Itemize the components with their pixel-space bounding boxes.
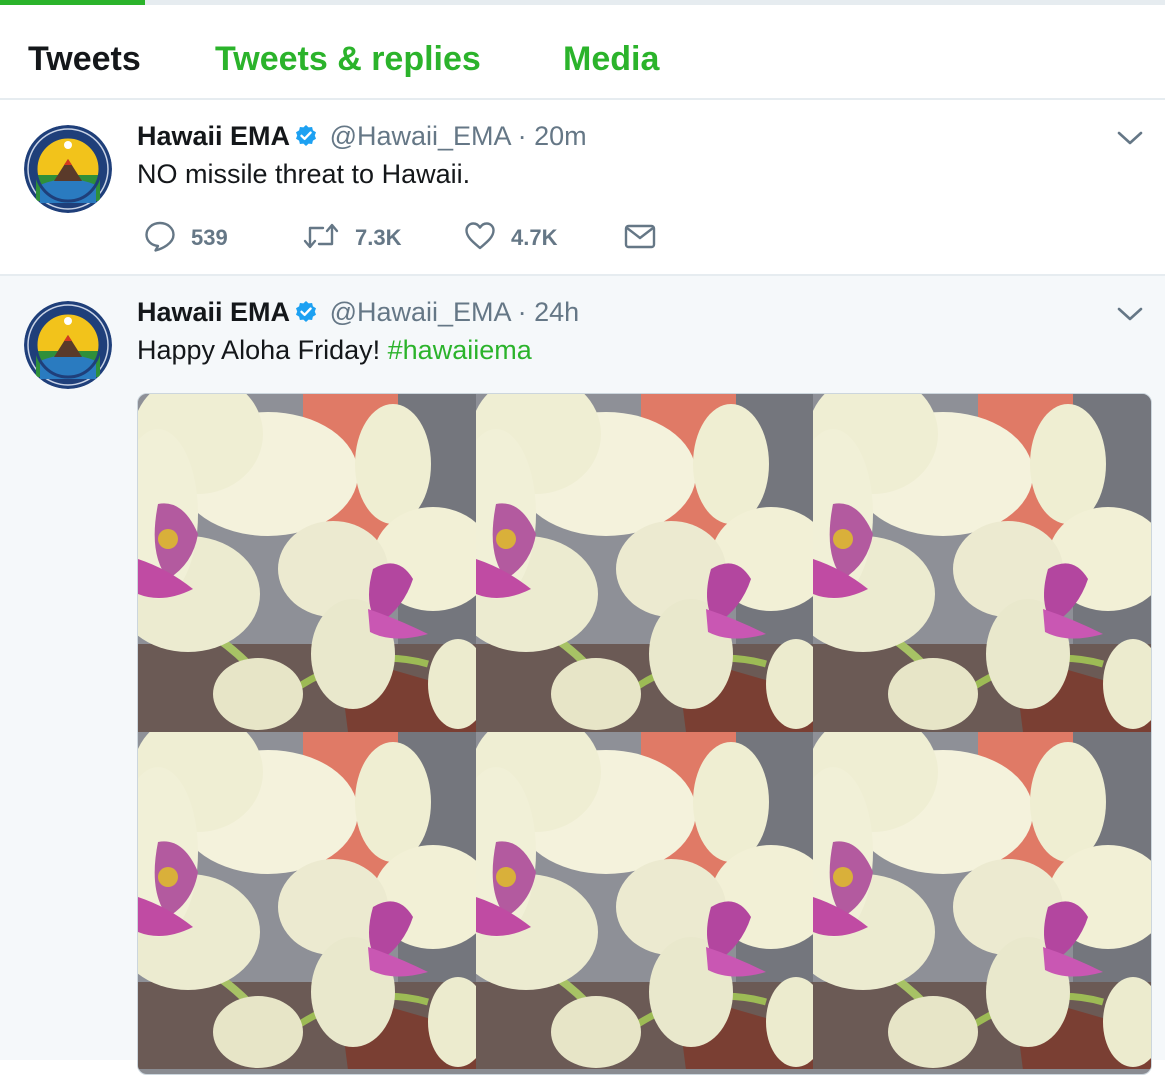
heart-icon xyxy=(463,219,497,258)
verified-badge-icon xyxy=(294,121,318,157)
chevron-down-icon[interactable] xyxy=(1115,304,1145,324)
separator-dot: · xyxy=(517,297,527,327)
reply-button[interactable]: 539 xyxy=(143,220,228,256)
orchid-photo-tile xyxy=(138,732,476,1069)
separator-dot: · xyxy=(517,121,527,151)
hashtag-link[interactable]: #hawaiiema xyxy=(388,335,532,365)
orchid-photo-tile xyxy=(813,394,1151,732)
author-handle[interactable]: @Hawaii_EMA xyxy=(330,121,510,151)
avatar[interactable] xyxy=(24,125,112,213)
tweet[interactable]: Hawaii EMA @Hawaii_EMA · 24h Happy Aloha… xyxy=(0,276,1165,1075)
like-button[interactable]: 4.7K xyxy=(463,220,557,256)
orchid-photo-tile xyxy=(138,394,476,732)
author-handle[interactable]: @Hawaii_EMA xyxy=(330,297,510,327)
retweet-count: 7.3K xyxy=(355,225,402,250)
orchid-photo-grid xyxy=(138,394,1151,1069)
tab-tweets-and-replies[interactable]: Tweets & replies xyxy=(215,39,481,79)
author-name[interactable]: Hawaii EMA xyxy=(137,297,290,327)
profile-tabs: Tweets Tweets & replies Media xyxy=(0,5,1165,100)
tweet[interactable]: Hawaii EMA @Hawaii_EMA · 20m NO missile … xyxy=(0,100,1165,276)
orchid-photo-tile xyxy=(813,732,1151,1069)
author-name[interactable]: Hawaii EMA xyxy=(137,121,290,151)
timestamp[interactable]: 24h xyxy=(534,297,579,327)
reply-count: 539 xyxy=(191,225,228,250)
retweet-icon xyxy=(301,219,341,258)
tab-media[interactable]: Media xyxy=(563,39,659,79)
tweet-text-body: Happy Aloha Friday! xyxy=(137,335,388,365)
tab-tweets[interactable]: Tweets xyxy=(28,39,141,79)
direct-message-button[interactable] xyxy=(623,220,657,256)
tweet-header: Hawaii EMA @Hawaii_EMA · 20m xyxy=(137,118,587,154)
envelope-icon xyxy=(623,219,657,258)
orchid-photo-tile xyxy=(476,394,813,732)
retweet-button[interactable]: 7.3K xyxy=(301,220,401,256)
tweet-text: Happy Aloha Friday! #hawaiiema xyxy=(137,332,532,368)
tweet-header: Hawaii EMA @Hawaii_EMA · 24h xyxy=(137,294,579,330)
timestamp[interactable]: 20m xyxy=(534,121,587,151)
verified-badge-icon xyxy=(294,297,318,333)
avatar[interactable] xyxy=(24,301,112,389)
chevron-down-icon[interactable] xyxy=(1115,128,1145,148)
like-count: 4.7K xyxy=(511,225,558,250)
tweet-media-image[interactable] xyxy=(137,393,1152,1075)
reply-icon xyxy=(143,219,177,258)
orchid-photo-tile xyxy=(476,732,813,1069)
tweet-text: NO missile threat to Hawaii. xyxy=(137,159,471,189)
